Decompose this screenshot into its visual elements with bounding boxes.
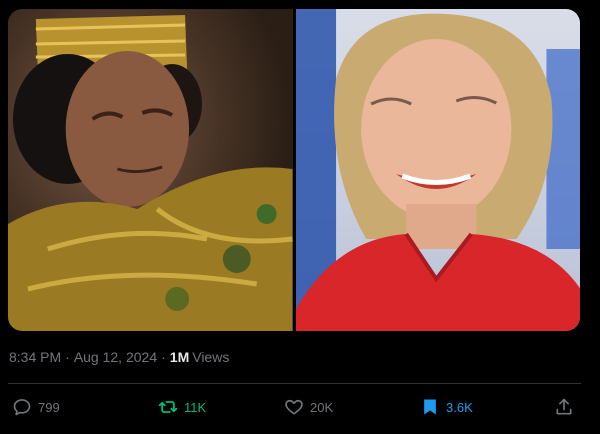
views-label: Views: [192, 349, 230, 365]
repost-icon: [158, 397, 178, 417]
meta-separator: ·: [161, 349, 166, 365]
tweet-media[interactable]: [8, 9, 580, 331]
tweet-actions: 799 11K 20K 3.6K: [12, 397, 578, 421]
bookmark-count: 3.6K: [446, 399, 473, 415]
tweet-time[interactable]: 8:34 PM: [9, 349, 61, 365]
photo-right-illustration: [295, 9, 580, 331]
like-count: 20K: [310, 399, 334, 415]
heart-icon: [284, 397, 304, 417]
divider: [8, 383, 581, 384]
repost-count: 11K: [184, 399, 207, 415]
tweet-meta: 8:34 PM · Aug 12, 2024 · 1M Views: [9, 349, 229, 365]
share-button[interactable]: [554, 397, 574, 417]
views-count[interactable]: 1M: [170, 349, 189, 365]
photo-left-illustration: [8, 15, 293, 331]
bookmark-button[interactable]: 3.6K: [420, 397, 473, 417]
photo-woman-red-jacket[interactable]: [295, 9, 580, 331]
meta-separator: ·: [65, 349, 70, 365]
reply-count: 799: [38, 399, 60, 415]
photo-man-gold-robe[interactable]: [8, 9, 293, 331]
share-icon: [554, 397, 574, 417]
bookmark-icon: [420, 397, 440, 417]
reply-button[interactable]: 799: [12, 397, 60, 417]
tweet-date[interactable]: Aug 12, 2024: [74, 349, 157, 365]
repost-button[interactable]: 11K: [158, 397, 206, 417]
reply-icon: [12, 397, 32, 417]
like-button[interactable]: 20K: [284, 397, 333, 417]
